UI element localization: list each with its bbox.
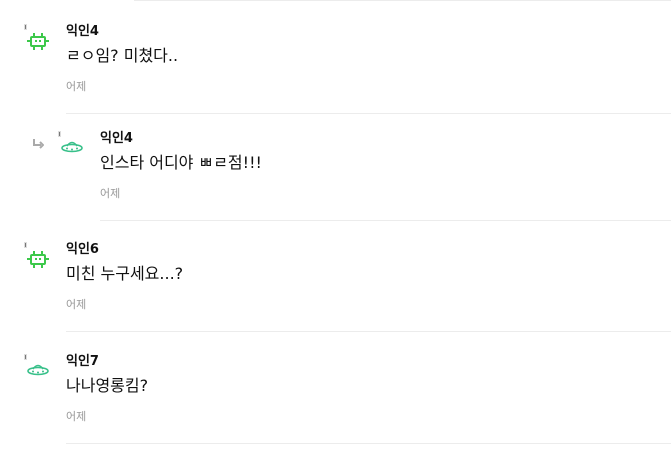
- comment-divider: [100, 220, 671, 221]
- comment-text: ㄹㅇ임? 미쳤다..: [66, 46, 179, 65]
- avatar-marker: [24, 242, 27, 248]
- robot-icon: [27, 251, 49, 268]
- comment-time: 어제: [66, 298, 87, 311]
- comment-author[interactable]: 익인4: [66, 24, 99, 40]
- avatar-marker: [24, 354, 27, 360]
- reply-arrow-icon: [33, 139, 44, 149]
- comment-time: 어제: [100, 187, 121, 200]
- top-divider: [134, 0, 671, 1]
- comment-time: 어제: [66, 410, 87, 423]
- comment-item: 익인7 나나영롱킴? 어제: [0, 354, 671, 467]
- avatar[interactable]: [24, 354, 54, 384]
- comment-text: 미친 누구세요...?: [66, 264, 184, 283]
- reply-item: 익인4 인스타 어디야 ㅃㄹ점!!! 어제: [0, 131, 671, 244]
- comment-divider: [66, 331, 671, 332]
- ufo-icon: [27, 364, 49, 376]
- avatar-marker: [24, 24, 27, 30]
- comment-item: 익인4 ㄹㅇ임? 미쳤다.. 어제: [0, 24, 671, 137]
- avatar-marker: [58, 131, 61, 137]
- comment-author[interactable]: 익인6: [66, 242, 99, 258]
- comment-text: 인스타 어디야 ㅃㄹ점!!!: [100, 153, 262, 172]
- avatar[interactable]: [58, 131, 88, 161]
- robot-icon: [27, 33, 49, 50]
- comment-text: 나나영롱킴?: [66, 376, 149, 395]
- comment-divider: [66, 443, 671, 444]
- avatar[interactable]: [24, 24, 54, 54]
- avatar[interactable]: [24, 242, 54, 272]
- comment-author[interactable]: 익인7: [66, 354, 99, 370]
- ufo-icon: [61, 141, 83, 153]
- comment-item: 익인6 미친 누구세요...? 어제: [0, 242, 671, 355]
- comment-divider: [66, 113, 671, 114]
- comment-author[interactable]: 익인4: [100, 131, 133, 147]
- comment-time: 어제: [66, 80, 87, 93]
